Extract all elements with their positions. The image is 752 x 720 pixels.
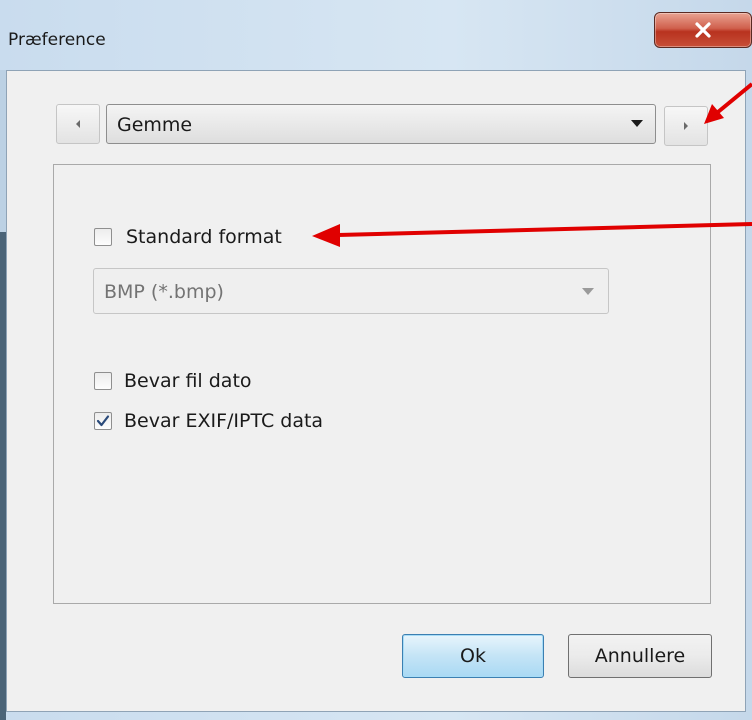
keep-file-date-checkbox[interactable] xyxy=(94,372,112,390)
chevron-right-icon xyxy=(684,122,688,130)
keep-exif-label: Bevar EXIF/IPTC data xyxy=(124,410,324,432)
keep-file-date-label: Bevar fil dato xyxy=(124,370,252,392)
dropdown-arrow-icon xyxy=(582,288,594,295)
close-x-icon xyxy=(695,22,711,38)
checkmark-icon xyxy=(96,415,110,427)
chevron-left-icon xyxy=(76,120,80,128)
cancel-button[interactable]: Annullere xyxy=(568,634,712,678)
page-selector-dropdown[interactable]: Gemme xyxy=(106,104,656,144)
prev-page-button[interactable] xyxy=(56,104,100,144)
ok-button[interactable]: Ok xyxy=(402,634,544,678)
dropdown-arrow-icon xyxy=(631,120,643,127)
selected-page-label: Gemme xyxy=(117,114,193,136)
keep-exif-checkbox[interactable] xyxy=(94,412,112,430)
standard-format-label: Standard format xyxy=(126,226,282,248)
window-title: Præference xyxy=(8,30,106,50)
close-button[interactable] xyxy=(654,12,752,48)
title-bar: Præference xyxy=(0,0,752,70)
next-page-button[interactable] xyxy=(664,106,708,146)
format-select-value: BMP (*.bmp) xyxy=(104,281,224,303)
standard-format-checkbox[interactable] xyxy=(94,228,112,246)
default-format-select[interactable]: BMP (*.bmp) xyxy=(93,268,609,314)
